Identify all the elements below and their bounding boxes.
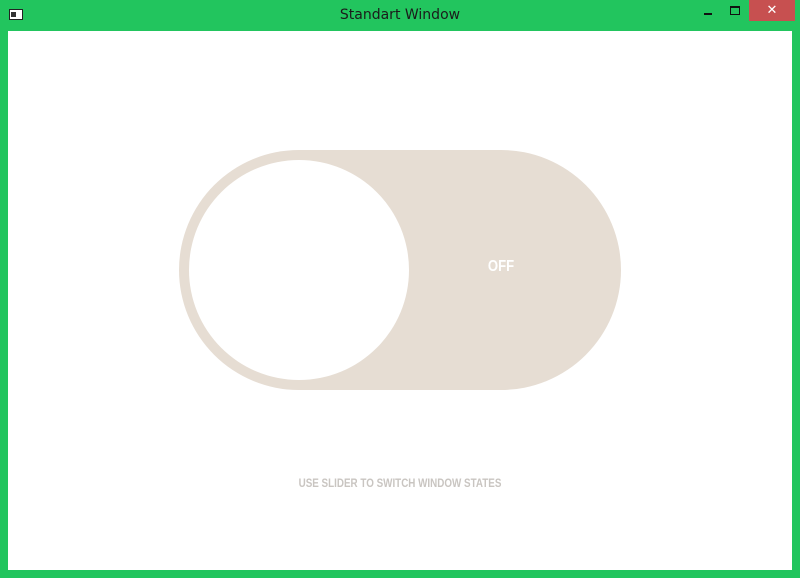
maximize-button[interactable] — [721, 0, 748, 21]
minimize-icon — [703, 12, 712, 15]
toggle-knob[interactable] — [189, 160, 409, 380]
window-state-toggle[interactable]: OFF — [179, 150, 621, 390]
window-title: Standart Window — [339, 7, 461, 23]
maximize-icon — [729, 6, 740, 15]
minimize-button[interactable] — [694, 0, 721, 21]
application-window: Standart Window ✕ OFF USE SLIDER TO SWIT… — [0, 0, 800, 578]
close-button[interactable]: ✕ — [749, 0, 795, 21]
title-bar[interactable]: Standart Window ✕ — [0, 0, 800, 31]
toggle-state-label: OFF — [487, 258, 515, 275]
window-content: OFF USE SLIDER TO SWITCH WINDOW STATES — [8, 31, 792, 570]
instruction-text: USE SLIDER TO SWITCH WINDOW STATES — [298, 476, 502, 490]
close-icon: ✕ — [766, 3, 778, 18]
